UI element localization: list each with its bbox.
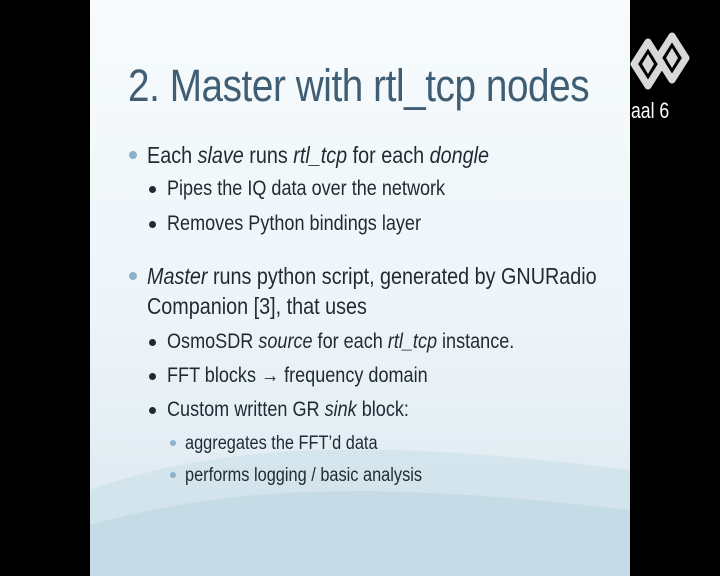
bullet-marker-icon bbox=[129, 151, 137, 159]
bullet-text: Each bbox=[147, 142, 198, 168]
bullet-text: Master bbox=[147, 263, 208, 289]
bullet-marker-icon bbox=[170, 472, 176, 478]
bullet-text: for each bbox=[347, 142, 430, 168]
bullet-marker-icon bbox=[170, 440, 176, 446]
bullet-text: for each bbox=[312, 330, 388, 353]
bullet-custom-sink: Custom written GR sink block: bbox=[167, 398, 409, 422]
bullet-marker-icon bbox=[129, 272, 137, 280]
bullet-text: sink bbox=[324, 398, 357, 421]
bullet-marker-icon bbox=[149, 221, 156, 228]
bullet-text: runs python script, generated by GNURadi… bbox=[207, 263, 597, 289]
bullet-master-runs-cont: Companion [3], that uses bbox=[147, 293, 367, 319]
bullet-text: rtl_tcp bbox=[387, 330, 438, 353]
bullet-text: runs bbox=[243, 142, 294, 168]
bullet-text: rtl_tcp bbox=[293, 142, 348, 168]
channel-label: aal 6 bbox=[631, 98, 670, 123]
bullet-marker-icon bbox=[149, 186, 156, 193]
bullet-text: dongle bbox=[429, 142, 489, 168]
bullet-marker-icon bbox=[149, 339, 156, 346]
bullet-fft-blocks: FFT blocks → frequency domain bbox=[167, 364, 428, 387]
bullet-removes-python: Removes Python bindings layer bbox=[167, 212, 421, 235]
bullet-text: instance. bbox=[437, 330, 515, 353]
bullet-marker-icon bbox=[149, 407, 156, 414]
bullet-text: block: bbox=[356, 398, 409, 421]
bullet-marker-icon bbox=[149, 373, 156, 380]
bullet-master-runs: Master runs python script, generated by … bbox=[147, 263, 597, 290]
bullet-osmosdr: OsmoSDR source for each rtl_tcp instance… bbox=[167, 330, 514, 354]
slide-title: 2. Master with rtl_tcp nodes bbox=[128, 60, 590, 111]
bullet-text: Custom written GR bbox=[167, 398, 325, 421]
bullet-slave-runs: Each slave runs rtl_tcp for each dongle bbox=[147, 142, 489, 169]
bullet-text: slave bbox=[197, 142, 244, 168]
bullet-pipes-iq: Pipes the IQ data over the network bbox=[167, 177, 446, 200]
bullet-performs-logging: performs logging / basic analysis bbox=[185, 465, 423, 486]
channel-logo-icon bbox=[630, 32, 690, 90]
bullet-aggregates: aggregates the FFT’d data bbox=[185, 433, 378, 454]
bullet-text: source bbox=[258, 330, 313, 353]
video-frame: 2. Master with rtl_tcp nodes Each slave … bbox=[0, 0, 720, 576]
bullet-text: OsmoSDR bbox=[167, 330, 259, 353]
presentation-slide: 2. Master with rtl_tcp nodes Each slave … bbox=[90, 0, 630, 576]
